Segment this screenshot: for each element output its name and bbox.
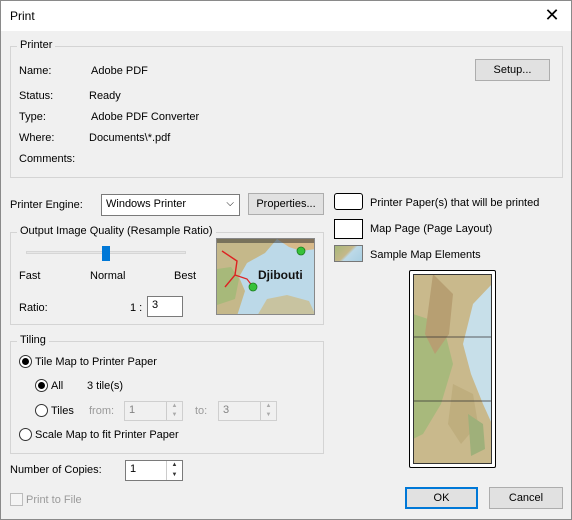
quality-fast-label: Fast: [19, 270, 41, 282]
printer-engine-value: Windows Printer: [106, 198, 187, 210]
printer-paper-swatch: [334, 193, 363, 210]
from-value: 1: [129, 404, 136, 416]
ratio-input[interactable]: 3: [147, 296, 183, 317]
from-label: from:: [89, 405, 115, 417]
from-input[interactable]: 1 ▲ ▼: [124, 401, 183, 421]
status-label: Status:: [19, 90, 54, 102]
ok-button[interactable]: OK: [405, 487, 478, 509]
printer-engine-select[interactable]: Windows Printer ⌵: [101, 194, 240, 216]
type-value: Adobe PDF Converter: [91, 111, 200, 123]
print-to-file-checkbox[interactable]: [10, 493, 23, 506]
copies-input[interactable]: 1 ▲ ▼: [125, 460, 183, 481]
print-dialog: Print ✕ Printer Name: Adobe PDF Setup...…: [0, 0, 572, 520]
tiles-range-label[interactable]: Tiles: [51, 405, 74, 417]
tiling-group-label: Tiling: [17, 334, 49, 346]
name-label: Name:: [19, 65, 52, 77]
print-to-file-label[interactable]: Print to File: [26, 494, 82, 506]
title-bar: Print ✕: [1, 1, 571, 31]
quality-group-label: Output Image Quality (Resample Ratio): [17, 225, 216, 237]
sample-elements-legend: Sample Map Elements: [370, 249, 481, 261]
all-tiles-radio[interactable]: [35, 379, 48, 392]
tile-map-label[interactable]: Tile Map to Printer Paper: [35, 356, 157, 368]
sample-map-thumbnail: Djibouti: [216, 238, 315, 315]
tiles-range-radio[interactable]: [35, 404, 48, 417]
printer-engine-label: Printer Engine:: [10, 199, 83, 211]
copies-label: Number of Copies:: [10, 464, 102, 476]
comments-label: Comments:: [19, 153, 76, 165]
ratio-label: Ratio:: [19, 302, 48, 314]
to-value: 3: [223, 404, 230, 416]
type-label: Type:: [19, 111, 46, 123]
to-input[interactable]: 3 ▲ ▼: [218, 401, 277, 421]
tile-count: 3 tile(s): [87, 380, 124, 392]
sample-elements-swatch: [334, 245, 363, 262]
to-stepper[interactable]: ▲ ▼: [260, 402, 276, 420]
tile-map-radio[interactable]: [19, 355, 32, 368]
scale-map-label[interactable]: Scale Map to fit Printer Paper: [35, 429, 179, 441]
printer-paper-legend: Printer Paper(s) that will be printed: [370, 197, 540, 209]
chevron-down-icon: ⌵: [226, 198, 234, 209]
printer-group-label: Printer: [17, 39, 56, 51]
quality-best-label: Best: [174, 270, 197, 282]
page-preview-map: [413, 274, 492, 464]
map-page-legend: Map Page (Page Layout): [370, 223, 493, 235]
quality-normal-label: Normal: [90, 270, 126, 282]
where-label: Where:: [19, 132, 55, 144]
sample-map-image: Djibouti: [217, 239, 314, 314]
properties-button[interactable]: Properties...: [248, 193, 324, 215]
setup-button[interactable]: Setup...: [475, 59, 550, 81]
sample-map-label: Djibouti: [258, 268, 303, 282]
copies-stepper[interactable]: ▲ ▼: [166, 461, 182, 480]
all-tiles-label[interactable]: All: [51, 380, 63, 392]
from-stepper[interactable]: ▲ ▼: [166, 402, 182, 420]
close-icon[interactable]: ✕: [539, 4, 565, 28]
quality-slider-thumb[interactable]: [102, 246, 110, 261]
name-value: Adobe PDF: [91, 65, 148, 77]
ratio-prefix: 1 :: [130, 302, 143, 314]
page-preview: [409, 270, 496, 468]
map-page-swatch: [334, 219, 363, 239]
cancel-button[interactable]: Cancel: [489, 487, 563, 509]
window-title: Print: [10, 9, 35, 23]
status-value: Ready: [89, 90, 121, 102]
to-label: to:: [195, 405, 208, 417]
scale-map-radio[interactable]: [19, 428, 32, 441]
copies-value: 1: [130, 463, 137, 475]
where-value: Documents\*.pdf: [89, 132, 171, 144]
